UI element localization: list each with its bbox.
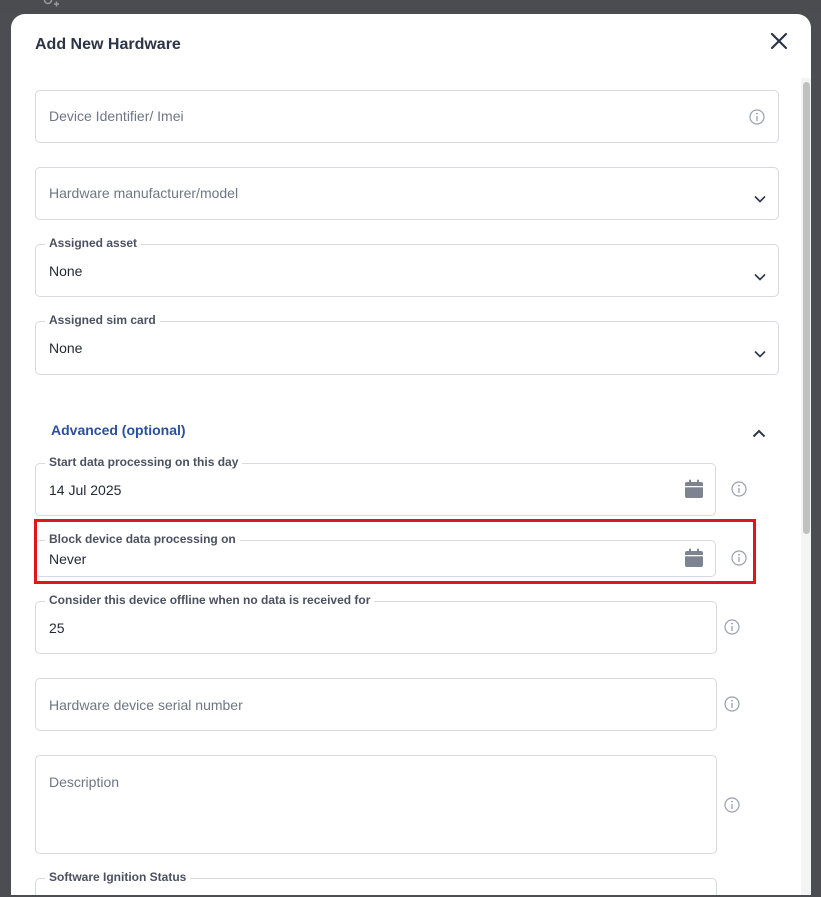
calendar-icon[interactable]	[684, 548, 704, 568]
add-user-icon	[40, 0, 60, 12]
chevron-down-icon	[754, 268, 766, 281]
advanced-toggle[interactable]: Advanced (optional)	[51, 422, 186, 438]
start-date-input[interactable]: Start data processing on this day 14 Jul…	[35, 455, 716, 516]
device-identifier-input[interactable]: Device Identifier/ Imei	[35, 90, 779, 143]
ignition-status-label: Software Ignition Status	[45, 870, 191, 884]
assigned-asset-label: Assigned asset	[45, 236, 142, 250]
dialog-title: Add New Hardware	[35, 36, 181, 53]
info-icon[interactable]	[724, 619, 740, 635]
start-date-value: 14 Jul 2025	[49, 482, 122, 498]
ignition-status-select[interactable]: Software Ignition Status	[35, 870, 717, 895]
close-icon[interactable]	[768, 30, 790, 52]
assigned-asset-select[interactable]: Assigned asset None	[35, 236, 779, 297]
info-icon[interactable]	[724, 696, 740, 712]
info-icon[interactable]	[749, 109, 765, 125]
description-textarea[interactable]: Description	[35, 755, 717, 854]
block-date-value: Never	[49, 551, 87, 567]
block-date-input[interactable]: Block device data processing on Never	[35, 532, 716, 577]
calendar-icon[interactable]	[684, 479, 704, 499]
assigned-sim-select[interactable]: Assigned sim card None	[35, 313, 779, 375]
info-icon[interactable]	[731, 481, 747, 497]
page-backdrop	[0, 0, 821, 14]
chevron-down-icon	[754, 190, 766, 203]
offline-threshold-input[interactable]: Consider this device offline when no dat…	[35, 593, 717, 654]
assigned-asset-value: None	[49, 263, 83, 279]
serial-number-input[interactable]: Hardware device serial number	[35, 678, 717, 731]
add-hardware-dialog: Add New Hardware Device Identifier/ Imei…	[11, 14, 811, 895]
start-date-label: Start data processing on this day	[45, 455, 243, 469]
offline-threshold-label: Consider this device offline when no dat…	[45, 593, 375, 607]
block-date-label: Block device data processing on	[45, 532, 240, 546]
offline-threshold-value: 25	[49, 620, 65, 636]
description-placeholder: Description	[49, 774, 120, 790]
chevron-up-icon[interactable]	[752, 425, 766, 438]
hardware-model-placeholder: Hardware manufacturer/model	[49, 185, 239, 201]
info-icon[interactable]	[731, 550, 747, 566]
assigned-sim-value: None	[49, 340, 83, 356]
hardware-model-select[interactable]: Hardware manufacturer/model	[35, 167, 779, 220]
chevron-down-icon	[754, 345, 766, 358]
scrollbar-thumb[interactable]	[803, 82, 810, 534]
info-icon[interactable]	[724, 797, 740, 813]
assigned-sim-label: Assigned sim card	[45, 313, 160, 327]
device-identifier-placeholder: Device Identifier/ Imei	[49, 108, 184, 124]
serial-number-placeholder: Hardware device serial number	[49, 697, 243, 713]
